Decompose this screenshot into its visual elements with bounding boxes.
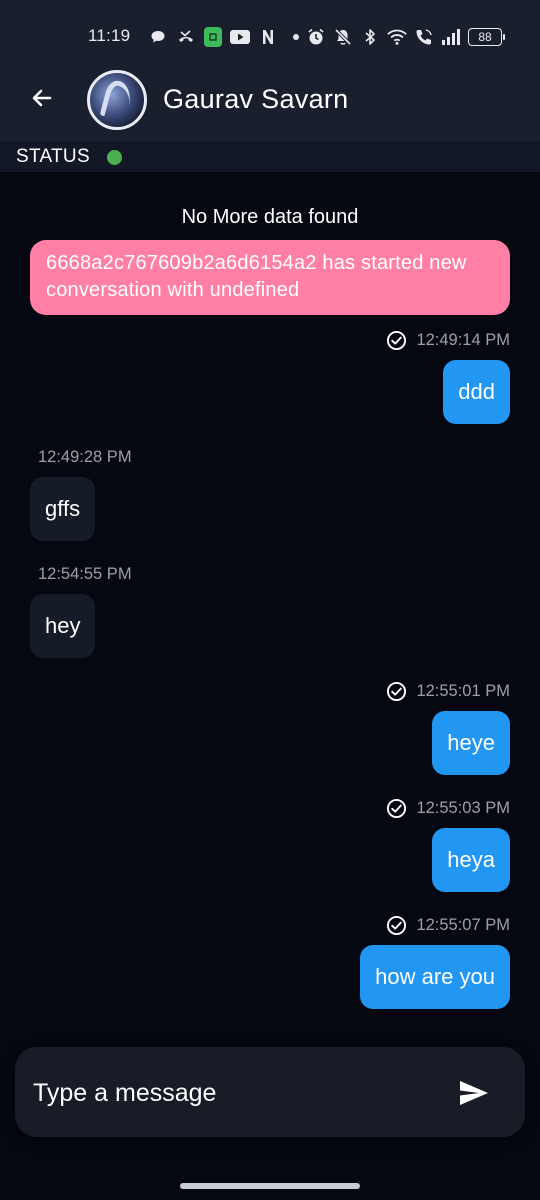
timestamp-text: 12:55:01 PM bbox=[416, 682, 510, 700]
notification-icons bbox=[148, 25, 306, 49]
home-gesture-bar[interactable] bbox=[180, 1183, 360, 1189]
chat-screen: 11:19 88 Gaurav Savarn STATUS No More da… bbox=[0, 0, 540, 1200]
system-icons: 88 bbox=[306, 25, 505, 49]
mute-icon bbox=[333, 27, 353, 47]
battery-icon: 88 bbox=[468, 28, 505, 46]
read-check-icon bbox=[387, 330, 407, 351]
incoming-message-bubble[interactable]: hey bbox=[30, 594, 96, 658]
chat-header: Gaurav Savarn bbox=[0, 60, 540, 140]
wifi-icon bbox=[387, 27, 407, 47]
incoming-message-bubble[interactable]: gffs bbox=[30, 477, 96, 541]
avatar-artwork bbox=[99, 78, 135, 122]
avatar[interactable] bbox=[87, 70, 147, 130]
system-message: 6668a2c767609b2a6d6154a2 has started new… bbox=[30, 240, 510, 315]
message-input[interactable] bbox=[31, 1075, 431, 1111]
read-check-icon bbox=[387, 915, 407, 936]
send-icon bbox=[460, 1081, 488, 1105]
message-timestamp: 12:55:07 PM bbox=[386, 915, 510, 936]
outgoing-message-bubble[interactable]: ddd bbox=[443, 360, 510, 424]
youtube-icon bbox=[230, 27, 250, 47]
outgoing-message-bubble[interactable]: how are you bbox=[360, 945, 510, 1009]
message-timestamp: 12:54:55 PM bbox=[38, 565, 132, 584]
message-timestamp: 12:49:28 PM bbox=[38, 448, 132, 467]
chat-bubble-icon bbox=[148, 27, 168, 47]
timestamp-text: 12:49:28 PM bbox=[38, 448, 132, 466]
presence-status-row: STATUS bbox=[0, 141, 540, 172]
timestamp-text: 12:54:55 PM bbox=[38, 565, 132, 583]
timestamp-text: 12:55:07 PM bbox=[416, 916, 510, 934]
timestamp-text: 12:55:03 PM bbox=[416, 799, 510, 817]
missed-call-icon bbox=[176, 27, 196, 47]
green-app-icon bbox=[204, 27, 222, 47]
back-button[interactable] bbox=[24, 80, 60, 116]
system-status-bar: 11:19 88 bbox=[0, 22, 540, 52]
message-timestamp: 12:55:01 PM bbox=[386, 681, 510, 702]
no-more-data-notice: No More data found bbox=[181, 206, 359, 228]
message-timestamp: 12:49:14 PM bbox=[386, 330, 510, 351]
message-composer bbox=[15, 1047, 525, 1137]
clock-time: 11:19 bbox=[88, 26, 131, 45]
read-check-icon bbox=[387, 681, 407, 702]
message-timestamp: 12:55:03 PM bbox=[386, 798, 510, 819]
dot-icon bbox=[286, 27, 306, 47]
arrow-left-icon bbox=[32, 89, 52, 107]
read-check-icon bbox=[387, 798, 407, 819]
send-button[interactable] bbox=[454, 1075, 494, 1111]
alarm-icon bbox=[306, 27, 326, 47]
wifi-call-icon bbox=[414, 27, 434, 47]
contact-name: Gaurav Savarn bbox=[163, 84, 349, 114]
signal-icon bbox=[441, 27, 461, 47]
outgoing-message-bubble[interactable]: heye bbox=[432, 711, 510, 775]
status-label: STATUS bbox=[16, 146, 90, 167]
bluetooth-icon bbox=[360, 27, 380, 47]
n-app-icon bbox=[258, 27, 278, 47]
online-status-dot bbox=[107, 150, 122, 165]
timestamp-text: 12:49:14 PM bbox=[416, 331, 510, 349]
outgoing-message-bubble[interactable]: heya bbox=[432, 828, 510, 892]
